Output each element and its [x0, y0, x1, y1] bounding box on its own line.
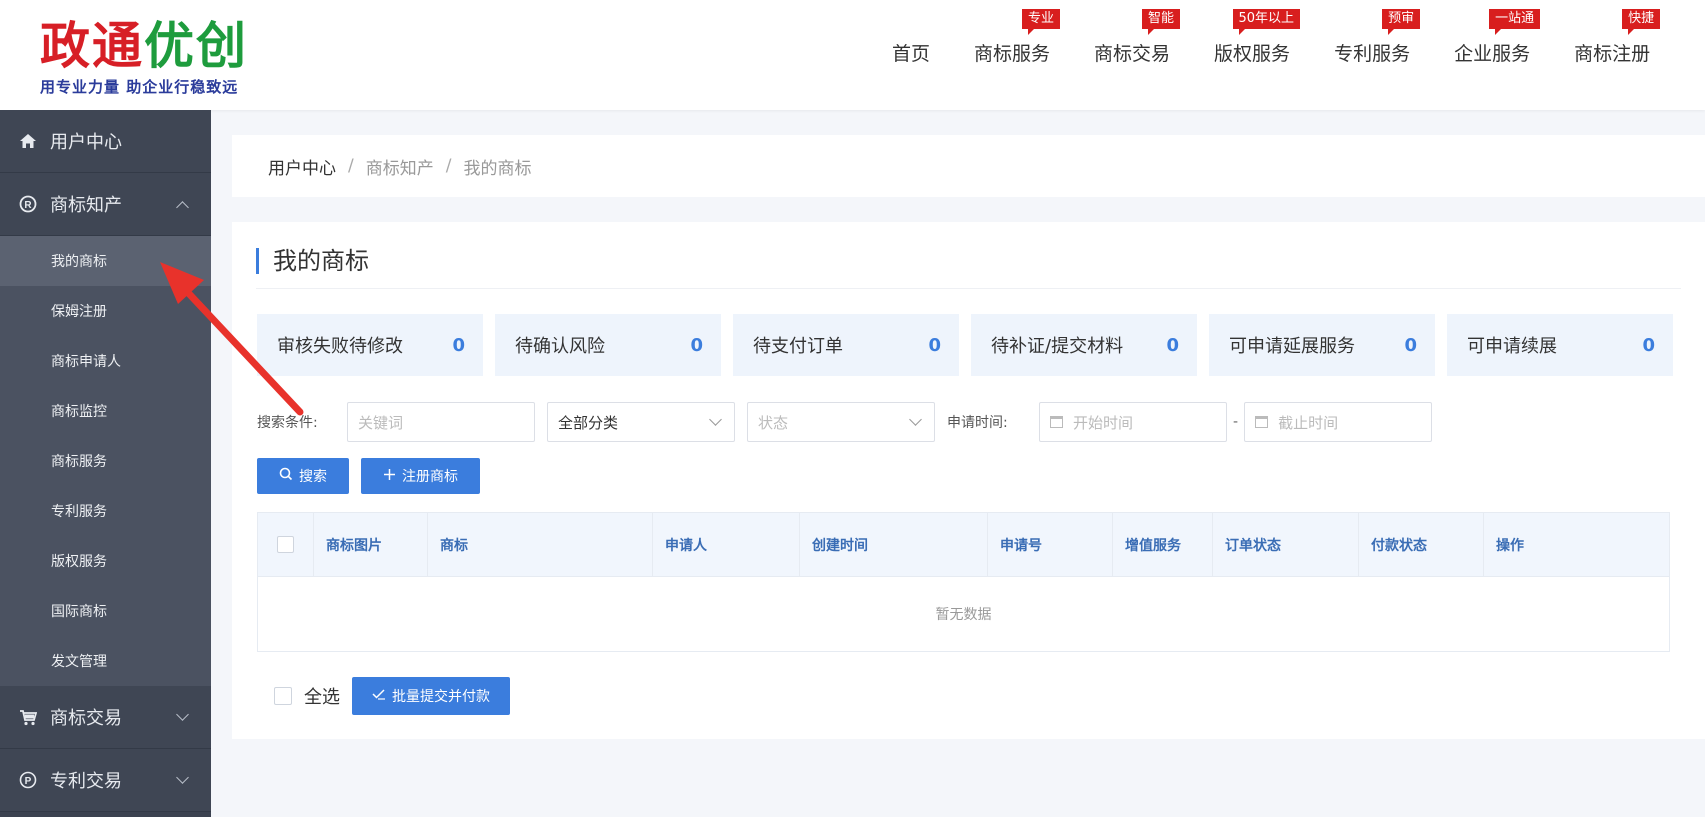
nav-badge: 一站通: [1489, 9, 1541, 35]
sidebar-item-trademark-service[interactable]: 商标服务: [0, 436, 211, 486]
logo-tagline: 用专业力量 助企业行稳致远: [40, 78, 239, 96]
svg-text:R: R: [24, 200, 32, 211]
sidebar-group-user-center[interactable]: 用户中心: [0, 110, 211, 173]
chevron-down-icon: [909, 413, 922, 426]
patent-icon: P: [18, 770, 38, 790]
column-header: 商标图片: [314, 512, 428, 577]
svg-text:P: P: [25, 776, 32, 787]
nav-badge: 智能: [1142, 9, 1181, 35]
select-all-label[interactable]: 全选: [304, 683, 340, 709]
annotation-arrow: [160, 262, 304, 416]
select-all-checkbox[interactable]: [274, 687, 292, 705]
stat-count: 0: [1642, 334, 1655, 356]
stat-card-extension[interactable]: 可申请延展服务 0: [1209, 314, 1435, 376]
time-label: 申请时间:: [947, 415, 1008, 431]
chevron-down-icon: [176, 708, 189, 721]
nav-item-trademark-trade[interactable]: 智能 商标交易: [1072, 0, 1192, 110]
stat-count: 0: [1166, 334, 1179, 356]
stat-count: 0: [928, 334, 941, 356]
calendar-icon: [1050, 416, 1063, 428]
sidebar-group-label: 专利交易: [50, 771, 122, 792]
sidebar-item-patent-service[interactable]: 专利服务: [0, 486, 211, 536]
nav-item-trademark-service[interactable]: 专业 商标服务: [952, 0, 1072, 110]
select-all-checkbox-header[interactable]: [277, 536, 294, 553]
stat-card-risk-confirm[interactable]: 待确认风险 0: [495, 314, 721, 376]
nav-item-home[interactable]: 首页: [870, 0, 952, 110]
column-header: 申请人: [653, 512, 800, 577]
column-header: 付款状态: [1359, 512, 1484, 577]
search-filters: 搜索条件: 关键词 全部分类 状态 申请时间: 开始时间 - 截止时间: [257, 402, 1433, 442]
main-panel: 我的商标 审核失败待修改 0 待确认风险 0 待支付订单 0 待补证/提交材料 0 可申…: [232, 222, 1705, 739]
sidebar: 用户中心 R 商标知产 我的商标 保姆注册 商标申请人 商标监控 商标服务 专利…: [0, 110, 211, 817]
nav-item-copyright[interactable]: 50年以上 版权服务: [1192, 0, 1312, 110]
trademark-table: 商标图片 商标 申请人 创建时间 申请号 增值服务 订单状态 付款状态 操作 暂…: [257, 512, 1670, 652]
chevron-down-icon: [176, 771, 189, 784]
sidebar-group-label: 商标知产: [50, 195, 122, 216]
sidebar-group-trademark-ip[interactable]: R 商标知产: [0, 173, 211, 236]
sidebar-group-label: 商标交易: [50, 708, 122, 729]
search-button[interactable]: 搜索: [257, 458, 349, 494]
sidebar-group-label: 用户中心: [50, 132, 122, 153]
home-icon: [18, 131, 38, 151]
bulk-actions: 全选 批量提交并付款: [274, 677, 510, 715]
breadcrumb-separator: /: [445, 156, 452, 176]
logo-text: 政通优创: [40, 16, 248, 75]
search-icon: [279, 467, 293, 485]
stat-count: 0: [690, 334, 703, 356]
sidebar-group-patent-trade[interactable]: P 专利交易: [0, 749, 211, 812]
end-date-input[interactable]: 截止时间: [1244, 402, 1433, 442]
cart-icon: [18, 707, 38, 727]
chevron-up-icon: [176, 201, 189, 214]
check-edit-icon: [372, 688, 386, 704]
calendar-icon: [1255, 416, 1269, 428]
table-header: 商标图片 商标 申请人 创建时间 申请号 增值服务 订单状态 付款状态 操作: [258, 512, 1669, 577]
site-logo[interactable]: 政通优创 用专业力量 助企业行稳致远: [40, 18, 248, 97]
keyword-input[interactable]: 关键词: [347, 402, 535, 442]
sidebar-group-trademark-trade[interactable]: 商标交易: [0, 686, 211, 749]
nav-badge: 快捷: [1622, 9, 1661, 35]
start-date-input[interactable]: 开始时间: [1039, 402, 1227, 442]
category-select[interactable]: 全部分类: [547, 402, 735, 442]
stat-card-unpaid[interactable]: 待支付订单 0: [733, 314, 959, 376]
main-nav: 首页 专业 商标服务 智能 商标交易 50年以上 版权服务 预审 专利服务 一站通 企业服…: [870, 0, 1672, 110]
nav-item-patent[interactable]: 预审 专利服务: [1312, 0, 1432, 110]
stat-count: 0: [452, 334, 465, 356]
plus-icon: [383, 467, 396, 485]
sidebar-item-international[interactable]: 国际商标: [0, 586, 211, 636]
column-header: 创建时间: [800, 512, 988, 577]
breadcrumb-current: 我的商标: [463, 158, 532, 179]
sidebar-item-copyright-service[interactable]: 版权服务: [0, 536, 211, 586]
nav-badge: 50年以上: [1232, 9, 1301, 35]
batch-submit-pay-button[interactable]: 批量提交并付款: [352, 677, 510, 715]
header-checkbox-cell: [258, 512, 314, 577]
stat-card-renewal[interactable]: 可申请续展 0: [1447, 314, 1673, 376]
nav-item-enterprise[interactable]: 一站通 企业服务: [1432, 0, 1552, 110]
sidebar-item-documents[interactable]: 发文管理: [0, 636, 211, 686]
top-header: 政通优创 用专业力量 助企业行稳致远 首页 专业 商标服务 智能 商标交易 50年以…: [0, 0, 1705, 110]
register-trademark-button[interactable]: 注册商标: [361, 458, 480, 494]
column-header: 订单状态: [1213, 512, 1359, 577]
nav-badge: 专业: [1022, 9, 1061, 35]
column-header: 商标: [428, 512, 653, 577]
column-header: 操作: [1496, 537, 1524, 554]
nav-item-trademark-register[interactable]: 快捷 商标注册: [1552, 0, 1672, 110]
nav-badge: 预审: [1382, 9, 1421, 35]
column-header: 增值服务: [1113, 512, 1213, 577]
action-buttons: 搜索 注册商标: [257, 458, 492, 494]
stat-count: 0: [1404, 334, 1417, 356]
column-header: 申请号: [988, 512, 1113, 577]
stat-card-materials[interactable]: 待补证/提交材料 0: [971, 314, 1197, 376]
title-divider: [256, 288, 1681, 289]
breadcrumb: 用户中心 / 商标知产 / 我的商标: [232, 135, 1705, 197]
status-select[interactable]: 状态: [747, 402, 935, 442]
status-summary: 审核失败待修改 0 待确认风险 0 待支付订单 0 待补证/提交材料 0 可申请延展服务…: [257, 314, 1685, 376]
registered-icon: R: [18, 194, 38, 214]
chevron-down-icon: [709, 413, 722, 426]
breadcrumb-section[interactable]: 商标知产: [366, 154, 434, 179]
breadcrumb-root[interactable]: 用户中心: [268, 154, 336, 179]
date-range-dash: -: [1233, 414, 1239, 430]
table-empty-state: 暂无数据: [935, 607, 992, 623]
breadcrumb-separator: /: [348, 156, 354, 176]
